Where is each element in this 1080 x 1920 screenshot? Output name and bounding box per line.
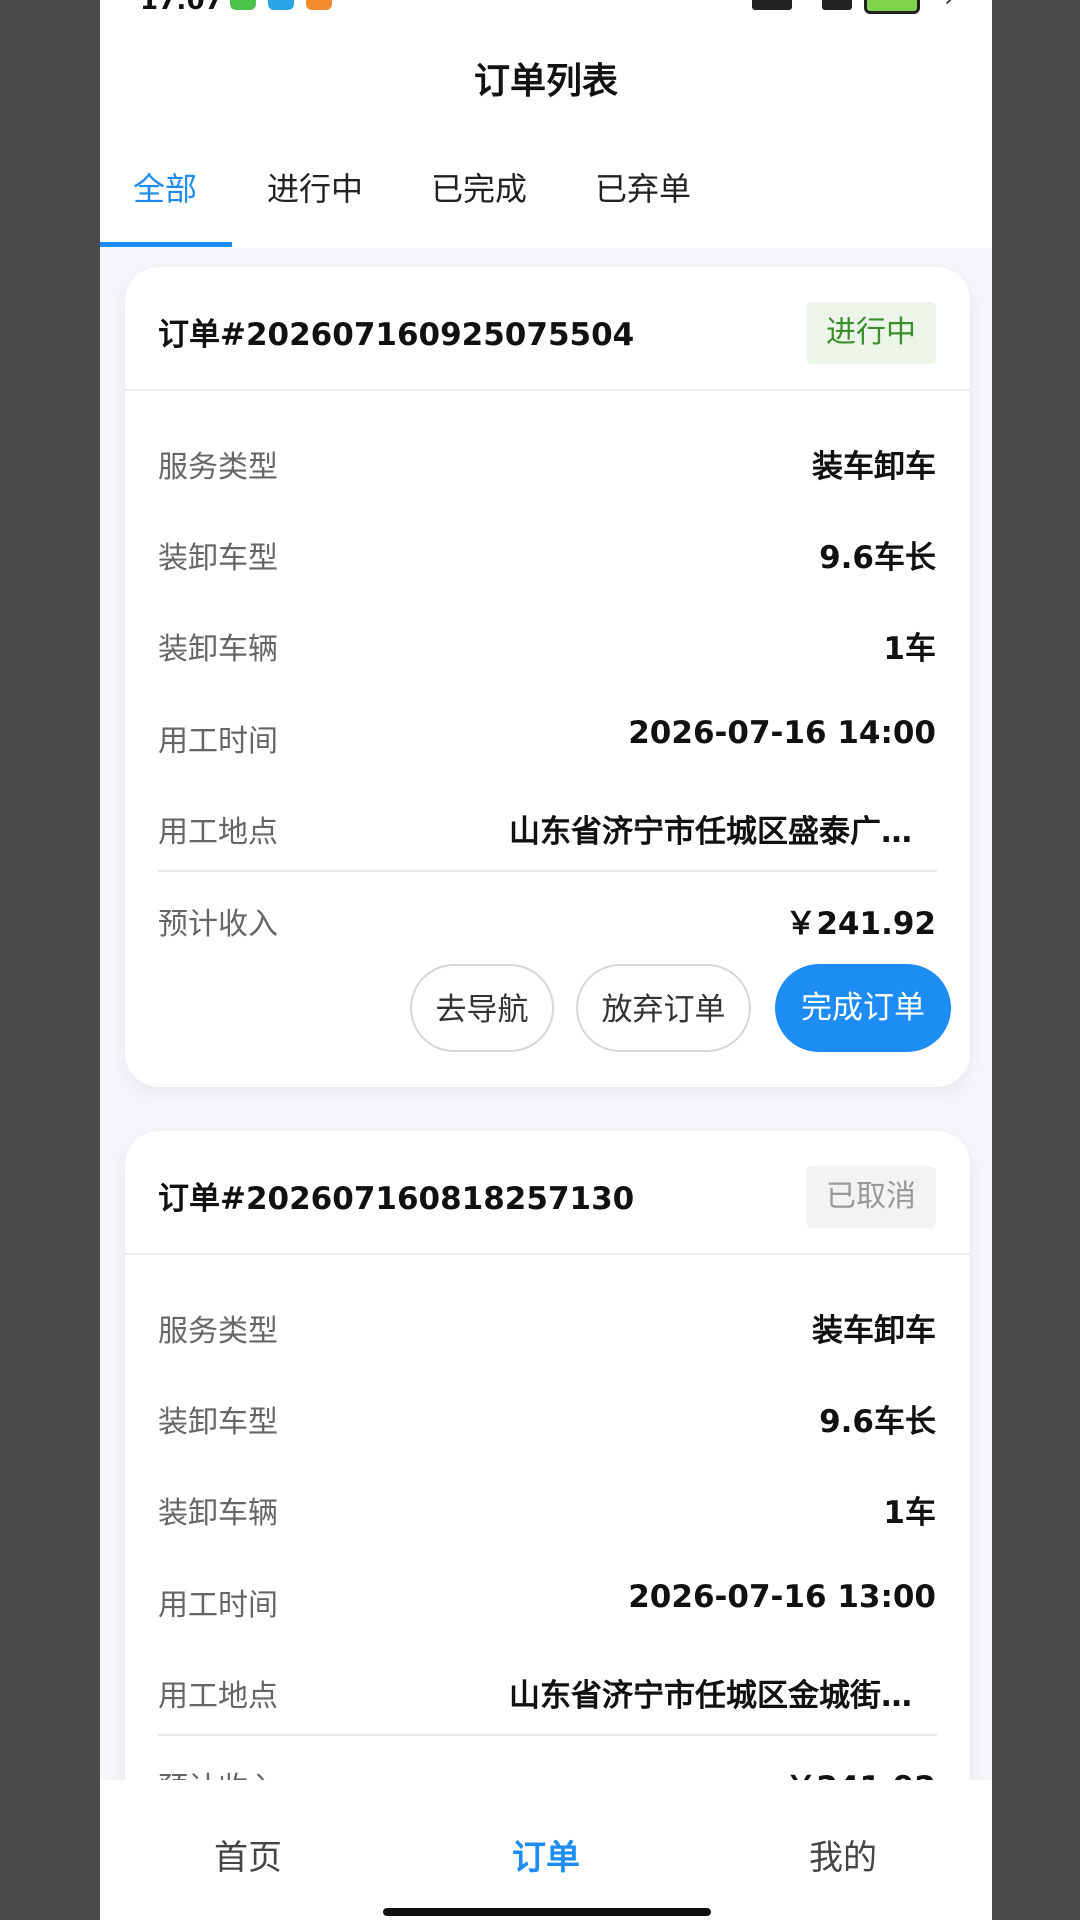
divider	[158, 870, 937, 872]
divider	[125, 1253, 970, 1255]
vehicle-type-value: 9.6车长	[819, 540, 936, 576]
vehicle-count-value: 1车	[883, 1495, 936, 1531]
tabbar-orders[interactable]: 订单	[512, 1830, 580, 1879]
divider	[158, 1734, 937, 1736]
status-bar: 17:07 ›	[100, 0, 992, 16]
work-time-label: 用工时间	[158, 1588, 278, 1623]
work-time-value: 2026-07-16 13:00	[628, 1579, 936, 1615]
page-title: 订单列表	[473, 61, 618, 102]
bottom-tab-bar: 首页 订单 我的	[100, 1780, 992, 1920]
complete-order-button[interactable]: 完成订单	[775, 964, 951, 1052]
order-card[interactable]: 订单#202607160925075504 进行中 服务类型 装车卸车 装卸车型…	[125, 267, 970, 1087]
work-location-label: 用工地点	[158, 815, 278, 850]
order-number: 订单#202607160925075504	[158, 317, 635, 353]
income-value: ￥241.92	[785, 906, 936, 942]
order-card[interactable]: 订单#202607160818257130 已取消 服务类型 装车卸车 装卸车型…	[125, 1131, 970, 1891]
work-location-value: 山东省济宁市任城区盛泰广…	[509, 814, 912, 850]
vehicle-type-label: 装卸车型	[158, 1405, 278, 1440]
filter-tabs: 全部 进行中 已完成 已弃单	[100, 164, 992, 248]
status-badge: 已取消	[806, 1166, 936, 1228]
work-location-label: 用工地点	[158, 1679, 278, 1714]
work-time-label: 用工时间	[158, 724, 278, 759]
income-label: 预计收入	[158, 907, 278, 942]
vehicle-count-value: 1车	[883, 631, 936, 667]
home-indicator	[383, 1908, 711, 1916]
status-badge: 进行中	[806, 302, 936, 364]
tab-completed[interactable]: 已完成	[431, 164, 527, 210]
app-icon	[306, 0, 332, 10]
signal-icon	[752, 0, 792, 10]
tab-abandoned[interactable]: 已弃单	[595, 164, 691, 210]
wifi-icon	[822, 0, 852, 10]
service-type-label: 服务类型	[158, 450, 278, 485]
abandon-order-button[interactable]: 放弃订单	[576, 964, 751, 1052]
vehicle-count-label: 装卸车辆	[158, 632, 278, 667]
work-time-value: 2026-07-16 14:00	[628, 715, 936, 751]
tabbar-mine[interactable]: 我的	[809, 1830, 877, 1879]
battery-icon	[864, 0, 920, 14]
vehicle-type-label: 装卸车型	[158, 541, 278, 576]
header: 订单列表 全部 进行中 已完成 已弃单	[100, 14, 992, 248]
service-type-value: 装车卸车	[812, 449, 936, 485]
navigate-button[interactable]: 去导航	[410, 964, 554, 1052]
tab-all[interactable]: 全部	[133, 164, 197, 210]
app-icon	[268, 0, 294, 10]
service-type-label: 服务类型	[158, 1314, 278, 1349]
wechat-icon	[230, 0, 256, 10]
vehicle-type-value: 9.6车长	[819, 1404, 936, 1440]
work-location-value: 山东省济宁市任城区金城街…	[509, 1678, 912, 1714]
vehicle-count-label: 装卸车辆	[158, 1496, 278, 1531]
service-type-value: 装车卸车	[812, 1313, 936, 1349]
tabbar-home[interactable]: 首页	[214, 1830, 282, 1879]
order-number: 订单#202607160818257130	[158, 1181, 635, 1217]
divider	[125, 389, 970, 391]
active-tab-indicator	[100, 242, 232, 247]
tab-in-progress[interactable]: 进行中	[267, 164, 363, 210]
phone-screen: 17:07 › 订单列表 全部 进行中 已完成 已弃单 订单#202607160…	[100, 0, 992, 1920]
chevron-right-icon: ›	[944, 0, 954, 12]
